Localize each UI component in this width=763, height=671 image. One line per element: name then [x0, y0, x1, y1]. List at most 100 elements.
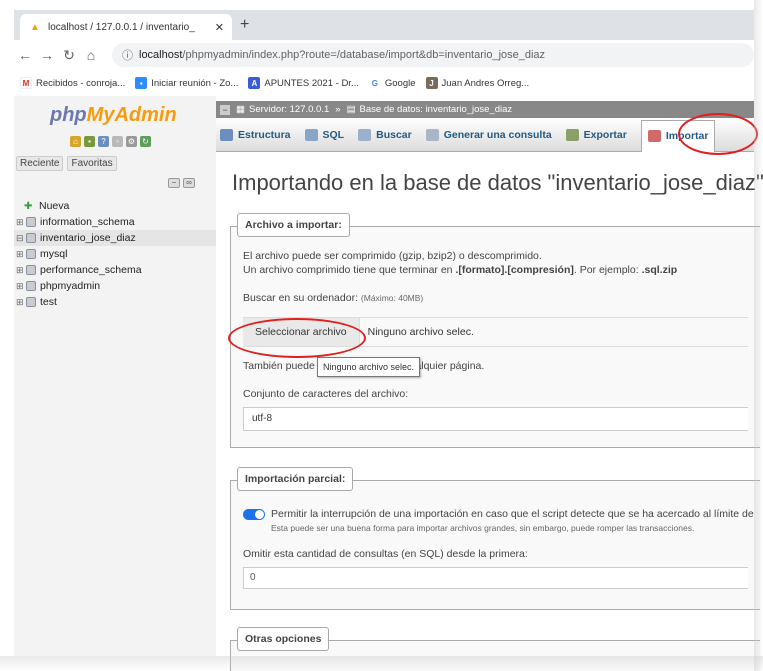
select-file-button[interactable]: Seleccionar archivo — [243, 318, 360, 346]
breadcrumb-server[interactable]: Servidor: 127.0.0.1 — [249, 104, 329, 115]
google-icon: G — [368, 77, 381, 89]
browse-label: Buscar en su ordenador: — [243, 292, 358, 304]
close-tab-icon[interactable]: ✕ — [215, 21, 224, 34]
tab-generar-consulta[interactable]: Generar una consulta — [425, 128, 552, 141]
breadcrumb-database[interactable]: Base de datos: inventario_jose_diaz — [360, 104, 513, 115]
bookmark-label: Recibidos - conroja... — [36, 77, 126, 89]
settings-icon[interactable]: ⚙ — [126, 136, 137, 147]
tab-label: Generar una consulta — [443, 128, 552, 141]
phpmyadmin-favicon-icon: ▲ — [30, 21, 40, 33]
tab-estructura[interactable]: Estructura — [220, 128, 291, 141]
drag-hint-end: ualquier página. — [409, 360, 485, 372]
bookmark-profile[interactable]: J Juan Andres Orreg... — [425, 77, 529, 89]
tab-sql[interactable]: SQL — [304, 128, 345, 141]
tree-item-inventario-jose-diaz[interactable]: ⊟ inventario_jose_diaz — [14, 230, 216, 246]
tree-item-label: Nueva — [39, 200, 70, 212]
tree-item-performance-schema[interactable]: ⊞ performance_schema — [14, 262, 216, 278]
database-menu-tabs: Estructura SQL Buscar Generar una consul… — [216, 118, 754, 152]
tab-label: SQL — [322, 128, 345, 141]
home-icon[interactable]: ⌂ — [70, 136, 81, 147]
expand-icon[interactable]: ⊞ — [16, 265, 26, 276]
tree-item-test[interactable]: ⊞ test — [14, 294, 216, 310]
page-shadow-bottom — [0, 656, 763, 671]
structure-icon — [220, 128, 233, 141]
bookmark-gmail[interactable]: M Recibidos - conroja... — [20, 77, 125, 89]
bookmarks-bar: M Recibidos - conroja... ▪ Iniciar reuni… — [14, 72, 754, 94]
new-database-icon: ✚ — [24, 200, 33, 212]
navigation-panel: phpMyAdmin ⌂ ▪ ? ▫ ⚙ ↻ Reciente Favorita… — [14, 96, 216, 656]
allow-interrupt-toggle[interactable] — [243, 508, 265, 520]
url-input[interactable]: ⓘ localhost/phpmyadmin/index.php?route=/… — [112, 43, 754, 67]
collapse-panel-icon[interactable]: − — [220, 104, 230, 115]
allow-interrupt-hint: Esta puede ser una buena forma para impo… — [271, 523, 695, 533]
database-icon — [26, 265, 36, 275]
partial-import-section: Importación parcial: Permitir la interru… — [230, 467, 760, 610]
logo-php: php — [50, 104, 87, 126]
docs-icon[interactable]: ▫ — [112, 136, 123, 147]
charset-label: Conjunto de caracteres del archivo: — [243, 388, 409, 400]
tab-exportar[interactable]: Exportar — [565, 128, 627, 141]
forward-icon[interactable]: → — [36, 47, 58, 63]
collapse-all-icon[interactable]: − — [168, 178, 180, 188]
file-tooltip: Ninguno archivo selec. — [317, 357, 421, 377]
link-icon[interactable]: ∞ — [183, 178, 195, 188]
reload-icon[interactable]: ↻ — [58, 47, 80, 64]
breadcrumb: − ▦ Servidor: 127.0.0.1 » ▤ Base de dato… — [216, 101, 754, 118]
logo-myadmin: MyAdmin — [86, 104, 177, 126]
database-icon — [26, 217, 36, 227]
tree-item-mysql[interactable]: ⊞ mysql — [14, 246, 216, 262]
database-tree: ✚ Nueva ⊞ information_schema ⊟ inventari… — [14, 198, 216, 310]
bookmark-label: APUNTES 2021 - Dr... — [264, 77, 359, 89]
browser-tab-title: localhost / 127.0.0.1 / inventario_ — [48, 21, 195, 33]
database-icon — [26, 281, 36, 291]
tree-item-label: information_schema — [40, 216, 135, 228]
phpmyadmin-logo[interactable]: phpMyAdmin — [50, 104, 177, 127]
expand-icon[interactable]: ⊞ — [16, 297, 26, 308]
tree-item-label: performance_schema — [40, 264, 142, 276]
export-icon — [565, 128, 579, 141]
no-file-selected: Ninguno archivo selec. — [367, 326, 474, 338]
tree-item-information-schema[interactable]: ⊞ information_schema — [14, 214, 216, 230]
bookmark-google[interactable]: G Google — [368, 77, 416, 89]
line2-example: .sql.zip — [641, 264, 678, 276]
back-icon[interactable]: ← — [14, 47, 36, 63]
bookmark-zoom[interactable]: ▪ Iniciar reunión - Zo... — [135, 77, 238, 89]
expand-icon[interactable]: ⊞ — [16, 217, 26, 228]
favorites-button[interactable]: Favoritas — [67, 156, 117, 171]
tab-buscar[interactable]: Buscar — [358, 128, 412, 141]
new-tab-icon[interactable]: + — [240, 16, 249, 34]
expand-icon[interactable]: ⊟ — [16, 233, 26, 244]
site-info-icon[interactable]: ⓘ — [122, 47, 133, 63]
partial-import-legend: Importación parcial: — [237, 467, 354, 491]
home-icon[interactable]: ⌂ — [80, 47, 102, 63]
profile-icon: J — [425, 77, 438, 89]
tab-importar[interactable]: Importar — [640, 119, 716, 152]
page-shadow-right — [754, 0, 763, 671]
breadcrumb-server-icon: ▦ — [236, 104, 245, 115]
recent-button[interactable]: Reciente — [16, 156, 64, 171]
expand-icon[interactable]: ⊞ — [16, 249, 26, 260]
file-input[interactable]: Seleccionar archivo Ninguno archivo sele… — [243, 317, 748, 347]
sql-icon — [304, 128, 318, 141]
address-bar-row: ← → ↻ ⌂ ⓘ localhost/phpmyadmin/index.php… — [14, 40, 754, 70]
expand-icon[interactable]: ⊞ — [16, 281, 26, 292]
skip-queries-input[interactable]: 0 — [243, 567, 748, 589]
charset-select[interactable]: utf-8 — [243, 407, 748, 431]
line2-pre: Un archivo comprimido tiene que terminar… — [243, 264, 456, 276]
tab-label: Buscar — [376, 128, 412, 141]
tree-item-new[interactable]: ✚ Nueva — [14, 198, 216, 214]
nav-quick-icons: ⌂ ▪ ? ▫ ⚙ ↻ — [70, 136, 151, 147]
tab-label: Exportar — [583, 128, 627, 141]
tree-item-label: inventario_jose_diaz — [40, 232, 136, 244]
bookmark-label: Google — [384, 77, 416, 89]
page-title: Importando en la base de datos "inventar… — [232, 170, 763, 195]
tree-item-phpmyadmin[interactable]: ⊞ phpmyadmin — [14, 278, 216, 294]
bookmark-apuntes[interactable]: A APUNTES 2021 - Dr... — [248, 77, 359, 89]
browser-tab[interactable]: ▲ localhost / 127.0.0.1 / inventario_ ✕ — [20, 14, 232, 40]
search-icon — [358, 128, 372, 141]
database-icon — [26, 297, 36, 307]
reload-nav-icon[interactable]: ↻ — [140, 136, 151, 147]
line2-mid: . Por ejemplo: — [573, 264, 642, 276]
help-icon[interactable]: ? — [98, 136, 109, 147]
logout-icon[interactable]: ▪ — [84, 136, 95, 147]
